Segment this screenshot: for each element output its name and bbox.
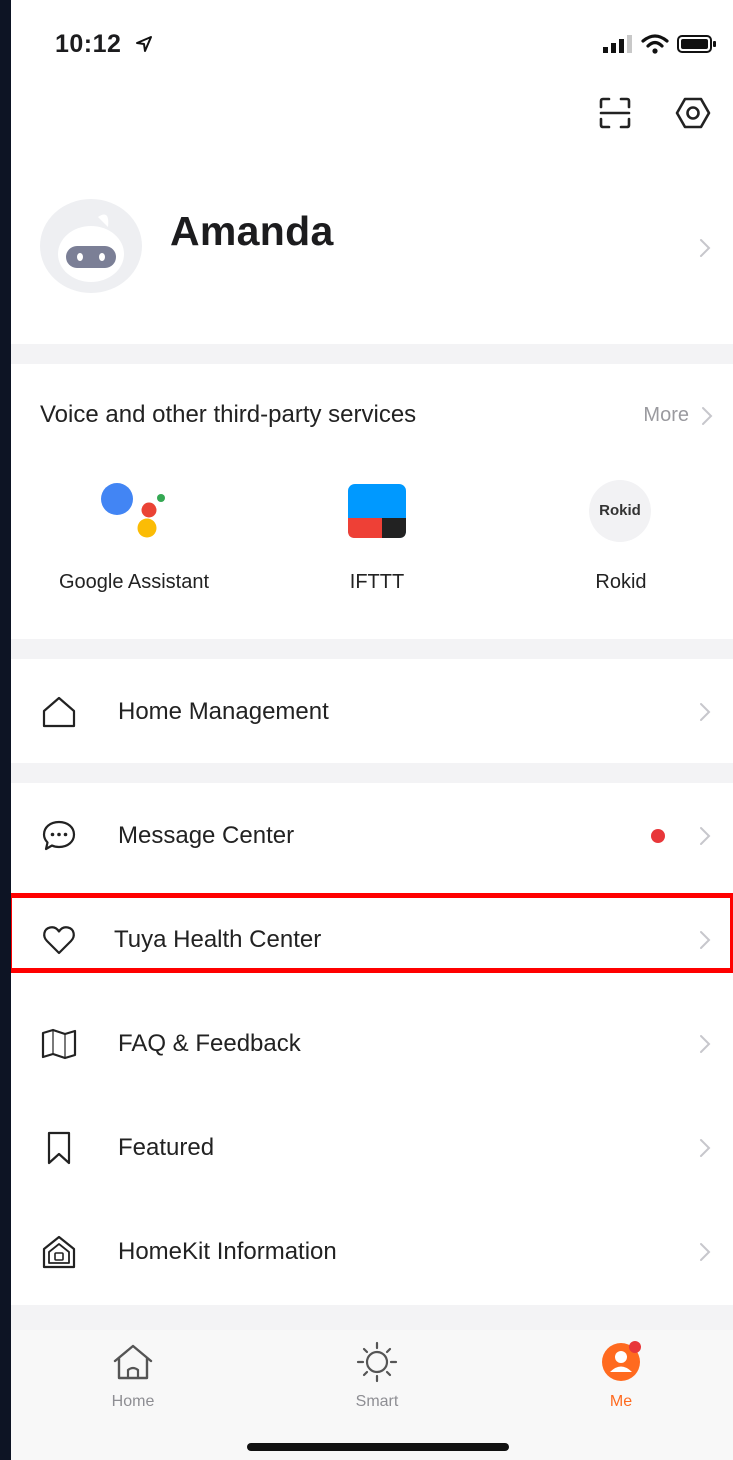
chevron-right-icon[interactable]: [698, 237, 712, 259]
tab-home[interactable]: Home: [83, 1340, 183, 1411]
chevron-right-icon: [700, 827, 711, 845]
settings-icon[interactable]: [675, 95, 711, 131]
tab-label: Me: [609, 1393, 633, 1410]
home-outline-icon: [42, 696, 76, 728]
ifttt-icon[interactable]: [348, 484, 406, 538]
menu-label: Message Center: [118, 822, 295, 849]
robot-avatar-icon: [58, 214, 124, 282]
tab-smart[interactable]: Smart: [327, 1340, 427, 1411]
chevron-right-icon: [700, 703, 711, 721]
menu-label: Home Management: [118, 698, 329, 725]
menu-label: FAQ & Feedback: [118, 1030, 301, 1057]
notification-dot: [629, 1341, 641, 1353]
tab-label: Smart: [355, 1393, 399, 1410]
menu-item-faq-feedback[interactable]: FAQ & Feedback: [11, 991, 733, 1095]
section-divider: [11, 639, 733, 659]
section-divider: [11, 344, 733, 364]
user-icon: [602, 1341, 641, 1381]
avatar[interactable]: [40, 199, 142, 293]
tab-bar: Home Smart Me: [11, 1330, 733, 1460]
menu-item-homekit-information[interactable]: HomeKit Information: [11, 1199, 733, 1303]
tab-me[interactable]: Me: [571, 1340, 671, 1411]
chat-bubble-icon: [42, 820, 76, 851]
bookmark-icon: [47, 1131, 71, 1165]
status-time: 10:12: [55, 30, 122, 58]
chevron-right-icon: [700, 1035, 711, 1053]
menu-label: HomeKit Information: [118, 1238, 337, 1265]
tab-label: Home: [111, 1393, 155, 1410]
ifttt-label[interactable]: IFTTT: [327, 571, 427, 594]
status-indicators: [603, 34, 717, 54]
wifi-icon: [641, 34, 669, 54]
location-arrow-icon: [136, 36, 152, 52]
google-assistant-icon[interactable]: [97, 480, 169, 542]
unread-dot: [651, 829, 665, 843]
menu-label: Featured: [118, 1134, 215, 1161]
chevron-right-icon[interactable]: [700, 405, 714, 427]
menu-item-home-management[interactable]: Home Management: [11, 659, 733, 763]
rokid-label[interactable]: Rokid: [571, 571, 671, 594]
chevron-right-icon: [700, 1243, 711, 1261]
section-divider: [11, 1305, 733, 1330]
scan-icon[interactable]: [597, 95, 633, 131]
chevron-right-icon: [700, 1139, 711, 1157]
signal-icon: [603, 35, 632, 53]
home-icon: [113, 1344, 153, 1380]
menu-item-message-center[interactable]: Message Center: [11, 783, 733, 887]
more-link[interactable]: More: [643, 404, 689, 427]
homekit-icon: [42, 1235, 76, 1269]
home-indicator: [247, 1443, 509, 1451]
google-assistant-label[interactable]: Google Assistant: [29, 571, 239, 594]
sun-icon: [356, 1341, 398, 1383]
profile-name[interactable]: Amanda: [170, 208, 334, 255]
highlight-box: [11, 893, 733, 973]
services-title: Voice and other third-party services: [40, 401, 417, 428]
rokid-icon[interactable]: Rokid: [589, 480, 651, 542]
menu-item-featured[interactable]: Featured: [11, 1095, 733, 1199]
book-icon: [41, 1028, 77, 1060]
battery-icon: [677, 35, 716, 53]
section-divider: [11, 763, 733, 783]
app-screen: 10:12 Amanda Voice and other third-party…: [11, 0, 733, 1460]
